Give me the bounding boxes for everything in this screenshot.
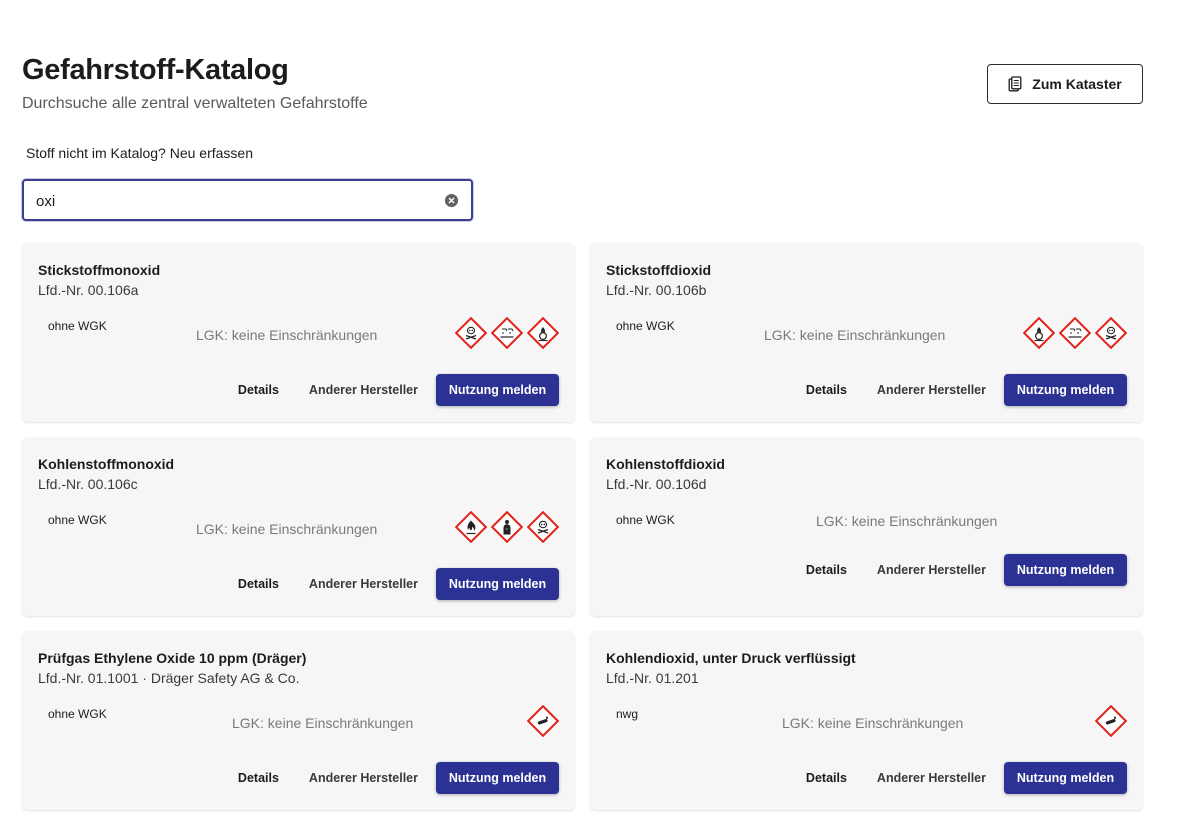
substance-name: Kohlenstoffdioxid [606, 456, 725, 472]
report-usage-button[interactable]: Nutzung melden [436, 374, 559, 406]
wgk-label: ohne WGK [48, 319, 107, 333]
substance-name: Prüfgas Ethylene Oxide 10 ppm (Dräger) [38, 650, 307, 666]
substance-number: Lfd.-Nr. 01.201 [606, 670, 699, 686]
corrosion-icon [491, 317, 523, 349]
lgk-label: LGK: keine Einschränkungen [196, 521, 378, 537]
substance-name: Kohlendioxid, unter Druck verflüssigt [606, 650, 856, 666]
substance-name: Kohlenstoffmonoxid [38, 456, 175, 472]
page-subtitle: Durchsuche alle zentral verwalteten Gefa… [22, 95, 368, 112]
substance-card: Stickstoffdioxid Lfd.-Nr. 00.106b ohne WGK… [590, 243, 1143, 422]
report-usage-button[interactable]: Nutzung melden [436, 762, 559, 794]
clipboard-icon [1008, 76, 1022, 92]
ghs-pictograms [455, 511, 559, 543]
search-box [22, 179, 473, 221]
wgk-label: ohne WGK [48, 513, 107, 527]
report-usage-button[interactable]: Nutzung melden [1004, 554, 1127, 586]
lgk-label: LGK: keine Einschränkungen [232, 715, 414, 731]
other-manufacturer-button[interactable]: Anderer Hersteller [309, 771, 418, 785]
new-entry-link[interactable]: Stoff nicht im Katalog? Neu erfassen [26, 145, 253, 161]
card-actions: Details Anderer Hersteller Nutzung melden [806, 762, 1127, 794]
card-actions: Details Anderer Hersteller Nutzung melden [806, 374, 1127, 406]
substance-number: Lfd.-Nr. 01.1001 · Dräger Safety AG & Co… [38, 670, 300, 686]
other-manufacturer-button[interactable]: Anderer Hersteller [877, 383, 986, 397]
other-manufacturer-button[interactable]: Anderer Hersteller [877, 563, 986, 577]
flame-icon [455, 511, 487, 543]
details-button[interactable]: Details [806, 383, 847, 397]
substance-number: Lfd.-Nr. 00.106a [38, 282, 139, 298]
ghs-pictograms [527, 705, 559, 737]
wgk-label: ohne WGK [616, 513, 675, 527]
ghs-pictograms [1023, 317, 1127, 349]
corrosion-icon [1059, 317, 1091, 349]
wgk-label: ohne WGK [48, 707, 107, 721]
card-actions: Details Anderer Hersteller Nutzung melden [238, 374, 559, 406]
oxidizer-icon [1023, 317, 1055, 349]
details-button[interactable]: Details [238, 771, 279, 785]
substance-card: Kohlenstoffdioxid Lfd.-Nr. 00.106d ohne WG… [590, 437, 1143, 616]
details-button[interactable]: Details [806, 771, 847, 785]
substance-card: Stickstoffmonoxid Lfd.-Nr. 00.106a ohne WG… [22, 243, 575, 422]
substance-name: Stickstoffmonoxid [38, 262, 161, 278]
card-actions: Details Anderer Hersteller Nutzung melden [806, 554, 1127, 586]
health-hazard-icon [491, 511, 523, 543]
substance-number: Lfd.-Nr. 00.106b [606, 282, 707, 298]
search-input[interactable] [36, 191, 426, 211]
gas-cylinder-icon [527, 705, 559, 737]
ghs-pictograms [455, 317, 559, 349]
lgk-label: LGK: keine Einschränkungen [196, 327, 378, 343]
substance-card: Kohlenstoffmonoxid Lfd.-Nr. 00.106c ohne W… [22, 437, 575, 616]
lgk-label: LGK: keine Einschränkungen [782, 715, 964, 731]
zum-kataster-button[interactable]: Zum Kataster [987, 64, 1143, 104]
zum-kataster-label: Zum Kataster [1032, 76, 1122, 92]
report-usage-button[interactable]: Nutzung melden [1004, 374, 1127, 406]
skull-icon [455, 317, 487, 349]
report-usage-button[interactable]: Nutzung melden [436, 568, 559, 600]
substance-card: Prüfgas Ethylene Oxide 10 ppm (Dräger) Lf… [22, 631, 575, 810]
other-manufacturer-button[interactable]: Anderer Hersteller [877, 771, 986, 785]
clear-icon[interactable] [444, 193, 459, 208]
wgk-label: ohne WGK [616, 319, 675, 333]
skull-icon [1095, 317, 1127, 349]
gas-cylinder-icon [1095, 705, 1127, 737]
oxidizer-icon [527, 317, 559, 349]
other-manufacturer-button[interactable]: Anderer Hersteller [309, 383, 418, 397]
lgk-label: LGK: keine Einschränkungen [764, 327, 946, 343]
report-usage-button[interactable]: Nutzung melden [1004, 762, 1127, 794]
substance-name: Stickstoffdioxid [606, 262, 712, 278]
card-actions: Details Anderer Hersteller Nutzung melden [238, 762, 559, 794]
skull-icon [527, 511, 559, 543]
details-button[interactable]: Details [806, 563, 847, 577]
substance-card: Kohlendioxid, unter Druck verflüssigt Lfd… [590, 631, 1143, 810]
wgk-label: nwg [616, 707, 639, 721]
substance-number: Lfd.-Nr. 00.106d [606, 476, 707, 492]
substance-number: Lfd.-Nr. 00.106c [38, 476, 138, 492]
page-title: Gefahrstoff-Katalog [22, 54, 289, 86]
other-manufacturer-button[interactable]: Anderer Hersteller [309, 577, 418, 591]
details-button[interactable]: Details [238, 577, 279, 591]
ghs-pictograms [1095, 705, 1127, 737]
details-button[interactable]: Details [238, 383, 279, 397]
lgk-label: LGK: keine Einschränkungen [816, 513, 998, 529]
card-actions: Details Anderer Hersteller Nutzung melden [238, 568, 559, 600]
